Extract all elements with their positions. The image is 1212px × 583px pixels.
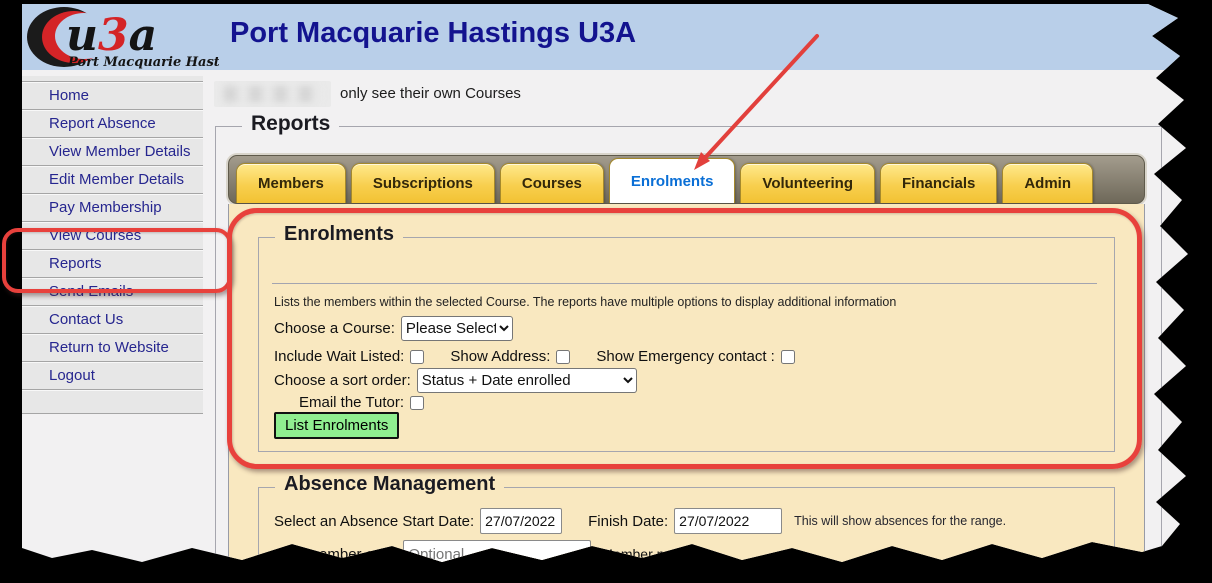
sidebar-item-home[interactable]: Home [22,81,203,109]
member-number-input[interactable] [403,540,591,568]
sidebar-item-view-courses[interactable]: View Courses [22,221,203,249]
u3a-logo: u3a Port Macquarie Hastings [24,6,219,70]
enrolments-tab-panel: Enrolments Lists the members within the … [228,204,1145,577]
absence-dates-row: Select an Absence Start Date: Finish Dat… [274,508,1006,534]
sidebar-item-view-member-details[interactable]: View Member Details [22,137,203,165]
page-title: Port Macquarie Hastings U3A [230,17,636,50]
tab-admin[interactable]: Admin [1002,163,1093,203]
sidebar-item-return-to-website[interactable]: Return to Website [22,333,203,361]
sort-order-label: Choose a sort order: [274,372,411,389]
svg-text:u3a: u3a [66,10,157,61]
divider [272,283,1097,284]
sidebar-item-send-emails[interactable]: Send Emails [22,277,203,305]
redacted-text-blur [214,81,331,107]
tab-enrolments[interactable]: Enrolments [609,158,736,203]
role-note-text: only see their own Courses [340,85,521,102]
tab-volunteering[interactable]: Volunteering [740,163,875,203]
enrolments-legend: Enrolments [275,223,403,246]
show-emergency-checkbox[interactable] [781,350,795,364]
sort-order-row: Choose a sort order: Status + Date enrol… [274,368,637,393]
enrolments-fieldset: Enrolments Lists the members within the … [258,237,1115,452]
sidebar-nav: Home Report Absence View Member Details … [22,76,203,414]
member-number-note: Member number [601,546,704,562]
finish-date-label: Finish Date: [588,513,668,530]
show-emergency-label: Show Emergency contact : [596,348,774,365]
sidebar-item-pay-membership[interactable]: Pay Membership [22,193,203,221]
email-tutor-checkbox[interactable] [410,396,424,410]
sidebar-item-report-absence[interactable]: Report Absence [22,109,203,137]
absence-management-fieldset: Absence Management Select an Absence Sta… [258,487,1115,578]
choose-course-row: Choose a Course: Please Select [274,316,513,341]
absence-management-legend: Absence Management [275,473,504,496]
sidebar-item-edit-member-details[interactable]: Edit Member Details [22,165,203,193]
absence-range-note: This will show absences for the range. [794,514,1006,528]
include-wait-listed-checkbox[interactable] [410,350,424,364]
absence-start-label: Select an Absence Start Date: [274,513,474,530]
reports-legend: Reports [242,112,339,136]
tab-subscriptions[interactable]: Subscriptions [351,163,495,203]
finish-date-input[interactable] [674,508,782,534]
sidebar-item-contact-us[interactable]: Contact Us [22,305,203,333]
tab-members[interactable]: Members [236,163,346,203]
include-wait-listed-label: Include Wait Listed: [274,348,404,365]
choose-course-label: Choose a Course: [274,320,395,337]
course-select[interactable]: Please Select [401,316,513,341]
absence-start-date-input[interactable] [480,508,562,534]
enrolments-description: Lists the members within the selected Co… [274,295,896,309]
one-member-row: One member only: Member number [274,540,704,568]
app-header: u3a Port Macquarie Hastings Port Macquar… [22,4,1212,70]
tab-courses[interactable]: Courses [500,163,604,203]
sidebar-spacer [22,389,203,413]
one-member-label: One member only: [274,546,397,563]
options-row: Include Wait Listed: Show Address: Show … [274,348,795,365]
sidebar-item-reports[interactable]: Reports [22,249,203,277]
show-address-checkbox[interactable] [556,350,570,364]
screenshot-page: u3a Port Macquarie Hastings Port Macquar… [22,4,1212,577]
show-address-label: Show Address: [450,348,550,365]
logo-subtitle: Port Macquarie Hastings [67,55,219,70]
email-tutor-row: Email the Tutor: [299,394,424,411]
list-enrolments-button[interactable]: List Enrolments [274,412,399,439]
tab-financials[interactable]: Financials [880,163,997,203]
reports-tab-bar: Members Subscriptions Courses Enrolments… [228,155,1145,204]
email-tutor-label: Email the Tutor: [299,394,404,411]
sidebar-item-logout[interactable]: Logout [22,361,203,389]
sort-order-select[interactable]: Status + Date enrolled [417,368,637,393]
